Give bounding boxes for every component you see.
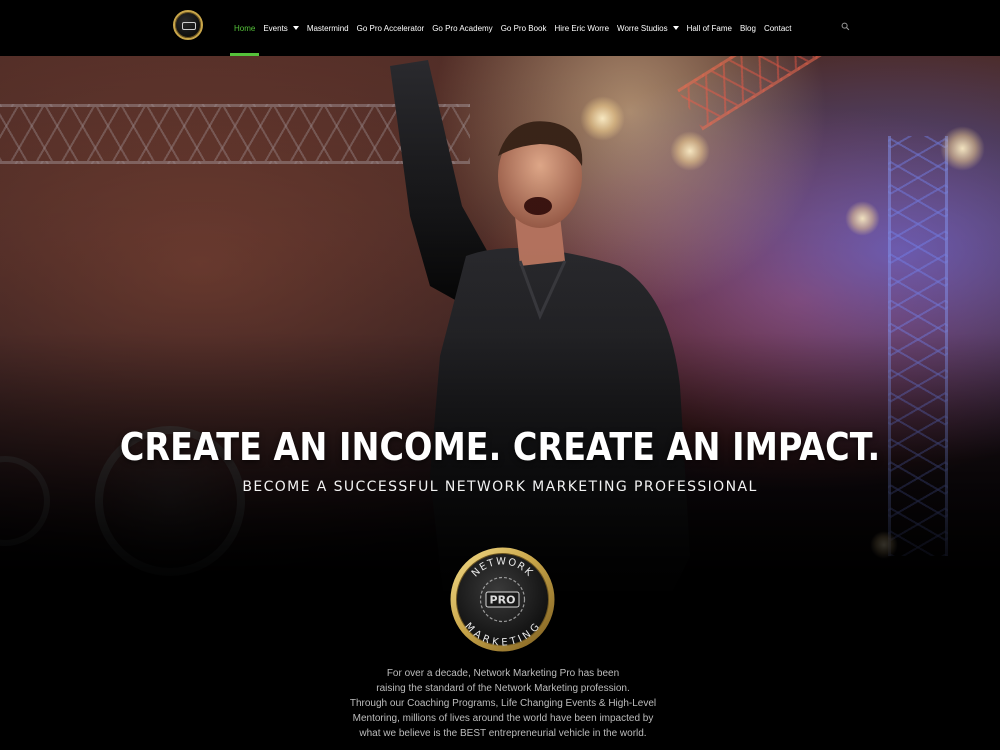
menu-item-go-pro-book[interactable]: Go Pro Book xyxy=(497,0,551,56)
menu-item-label: Home xyxy=(234,23,256,33)
menu-item-label: Blog xyxy=(739,23,756,33)
badge-center-text: PRO xyxy=(490,594,516,607)
menu-item-label: Worre Studios xyxy=(617,23,668,33)
network-marketing-pro-badge: NETWORK MARKETING PRO xyxy=(450,547,555,652)
menu-item-label: Mastermind xyxy=(306,23,349,33)
chevron-down-icon xyxy=(672,26,679,30)
menu-item-blog[interactable]: Blog xyxy=(736,0,760,56)
menu-item-go-pro-academy[interactable]: Go Pro Academy xyxy=(428,0,496,56)
menu-item-label: Go Pro Book xyxy=(500,23,547,33)
about-paragraph: For over a decade, Network Marketing Pro… xyxy=(349,668,657,739)
hero-section: CREATE AN INCOME. CREATE AN IMPACT. BECO… xyxy=(0,56,1000,750)
menu-item-label: Go Pro Accelerator xyxy=(356,23,425,33)
menu-item-label: Hire Eric Worre xyxy=(554,23,610,33)
menu-item-home[interactable]: Home xyxy=(230,0,260,56)
menu-item-hire-eric-worre[interactable]: Hire Eric Worre xyxy=(551,0,614,56)
menu-item-events[interactable]: Events xyxy=(259,0,302,56)
menu-item-hall-of-fame[interactable]: Hall of Fame xyxy=(683,0,736,56)
network-marketing-pro-logo[interactable] xyxy=(173,10,203,40)
menu-item-go-pro-accelerator[interactable]: Go Pro Accelerator xyxy=(353,0,429,56)
main-menu: Home Events Mastermind Go Pro Accelerato… xyxy=(230,0,796,56)
menu-item-label: Events xyxy=(263,23,288,33)
search-icon[interactable] xyxy=(841,22,850,31)
menu-item-mastermind[interactable]: Mastermind xyxy=(303,0,353,56)
hero-subheadline: BECOME A SUCCESSFUL NETWORK MARKETING PR… xyxy=(242,479,758,495)
chevron-down-icon xyxy=(292,26,299,30)
menu-item-label: Go Pro Academy xyxy=(432,23,493,33)
menu-item-label: Hall of Fame xyxy=(686,23,732,33)
hero-headline: CREATE AN INCOME. CREATE AN IMPACT. xyxy=(119,425,881,469)
menu-item-contact[interactable]: Contact xyxy=(760,0,796,56)
top-navbar: Home Events Mastermind Go Pro Accelerato… xyxy=(0,0,1000,56)
menu-item-label: Contact xyxy=(763,23,792,33)
menu-item-worre-studios[interactable]: Worre Studios xyxy=(613,0,683,56)
